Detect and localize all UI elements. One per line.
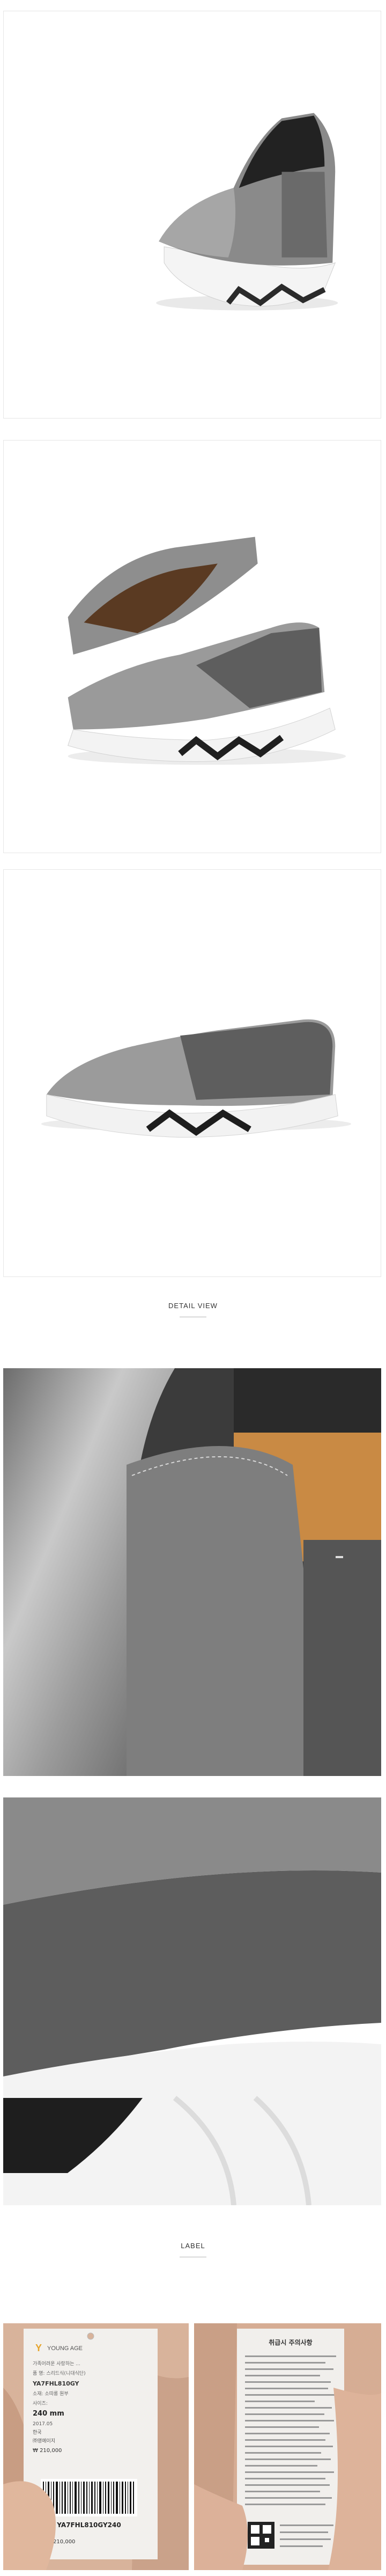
- tag-back-title: 취급시 주의사항: [269, 2338, 312, 2346]
- product-photo-2: [3, 440, 381, 853]
- detail-view-heading: DETAIL VIEW: [168, 1302, 218, 1310]
- tag-line-1: 가족어려운 사랑하는 ...: [33, 2360, 80, 2367]
- tag-line-5: 사이즈:: [33, 2401, 48, 2406]
- tag-line-2: 품 명: 스리드식(니대식단): [33, 2370, 86, 2376]
- tag-line-8: 한국: [33, 2430, 42, 2435]
- product-photo-3: [3, 869, 381, 1277]
- tag-line-3: YA7FHL810GY: [32, 2380, 80, 2387]
- barcode-graphic: [41, 2479, 137, 2516]
- label-photo-back: 취급시 주의사항: [194, 2323, 381, 2570]
- brand-name: YOUNG AGE: [47, 2345, 83, 2352]
- detail-photo-1: [3, 1368, 381, 1776]
- tag-line-6: 240 mm: [33, 2410, 64, 2418]
- label-photo-front: Y YOUNG AGE 가족어려운 사랑하는 ... 품 명: 스리드식(니대식…: [3, 2323, 189, 2570]
- barcode-text: YA7FHL810GY240: [56, 2521, 121, 2529]
- product-photo-1: [3, 11, 381, 419]
- tag-line-10: ₩ 210,000: [33, 2448, 62, 2454]
- detail-photo-2: [3, 1797, 381, 2205]
- tag-line-9: ㈜영에이지: [33, 2438, 55, 2444]
- brand-mark: Y: [35, 2343, 42, 2353]
- label-heading: LABEL: [181, 2242, 205, 2250]
- tag-line-7: 2017.05: [33, 2421, 53, 2427]
- qr-code-graphic: [248, 2522, 274, 2549]
- tag-line-4: 소재: 소따롱 원부: [33, 2391, 69, 2397]
